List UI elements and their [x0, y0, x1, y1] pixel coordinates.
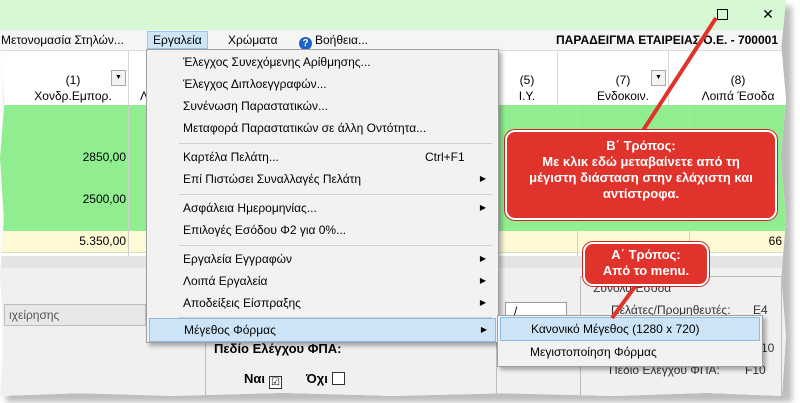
menu-help-label: Βοήθεια... — [315, 33, 368, 47]
menu-item-label: Έλεγχος Συνεχόμενης Αρίθμησης... — [183, 55, 371, 69]
total-value: 5.350,00 — [79, 234, 126, 248]
menu-item-normal-size[interactable]: Κανονικό Μέγεθος (1280 x 720) — [500, 317, 760, 341]
submenu-arrow-icon: ▶ — [479, 298, 486, 307]
business-field: ιχείρησης — [4, 304, 146, 326]
menu-item-label: Έλεγχος Διπλοεγγραφών... — [183, 77, 327, 91]
column-name: Ι.Υ. — [518, 89, 536, 103]
dropdown-arrow-icon[interactable]: ▼ — [111, 70, 126, 86]
menu-item-date-security[interactable]: Ασφάλεια Ημερομηνίας... ▶ — [149, 197, 494, 219]
callout-method-b: Β΄ Τρόπος: Με κλικ εδώ μεταβαίνετε από τ… — [505, 130, 777, 220]
column-name: Λοιπά Έσοδα — [701, 89, 775, 103]
column-header-1[interactable]: (1) Χονδρ.Εμπορ. ▼ — [18, 51, 129, 105]
column-header-5[interactable]: (5) Ι.Υ. — [497, 51, 558, 105]
submenu-arrow-icon: ▶ — [479, 276, 486, 285]
column-number: (5) — [519, 73, 535, 87]
total-value-right: 66 — [768, 234, 782, 248]
menu-item-other-tools[interactable]: Λοιπά Εργαλεία ▶ — [149, 270, 494, 292]
menu-item-credit-transactions[interactable]: Επί Πιστώσει Συναλλαγές Πελάτη ▶ — [149, 168, 494, 190]
menu-colors[interactable]: Χρώματα — [223, 32, 283, 48]
menu-item-label: Εργαλεία Εγγραφών — [183, 252, 292, 266]
callout-b-title: Β΄ Τρόπος: — [606, 138, 676, 153]
menu-item-label: Μεταφορά Παραστατικών σε άλλη Οντότητα..… — [183, 121, 427, 135]
column-divider — [128, 105, 129, 257]
menu-item-label: Μέγεθος Φόρμας — [184, 323, 276, 337]
vat-no-label: Όχι — [306, 371, 328, 386]
menu-separator — [179, 245, 492, 246]
menu-item-label: Ασφάλεια Ημερομηνίας... — [183, 201, 317, 215]
vat-yes-option[interactable]: Ναι ☑ — [244, 371, 282, 389]
checkbox-icon[interactable] — [331, 372, 345, 385]
menu-item-label: Καρτέλα Πελάτη... — [183, 150, 279, 164]
vat-check-title: Πεδίο Ελέγχου ΦΠΑ: — [214, 341, 342, 356]
column-name: Χονδρ.Εμπορ. — [34, 89, 112, 103]
submenu-arrow-icon: ▶ — [479, 254, 486, 263]
callout-a-line1: Από το menu. — [602, 263, 690, 278]
menu-item-receipts[interactable]: Αποδείξεις Είσπραξης ▶ — [149, 292, 494, 314]
menu-item-shortcut: Ctrl+F1 — [425, 150, 465, 164]
menu-separator — [179, 194, 492, 195]
submenu-arrow-icon: ▶ — [479, 203, 486, 212]
menu-item-form-size[interactable]: Μέγεθος Φόρμας ▶ — [149, 318, 496, 342]
callout-a-title: Α΄ Τρόπος: — [611, 247, 681, 262]
menu-tools[interactable]: Εργαλεία — [147, 31, 208, 49]
menu-rename-columns[interactable]: Μετονομασία Στηλών... — [0, 32, 129, 48]
menu-item-merge-documents[interactable]: Συνένωση Παραστατικών... — [149, 95, 494, 117]
tools-dropdown-menu: Έλεγχος Συνεχόμενης Αρίθμησης... Έλεγχος… — [146, 49, 499, 343]
callout-b-line2: μέγιστη διάσταση στην ελάχιστη και — [529, 170, 753, 185]
callout-b-line1: Με κλικ εδώ μεταβαίνετε από τη — [542, 154, 740, 169]
menu-item-label: Μεγιστοποίηση Φόρμας — [530, 345, 657, 359]
vat-yes-label: Ναι — [244, 371, 265, 386]
menu-item-label: Επιλογές Εσόδου Φ2 για 0%... — [183, 223, 347, 237]
dropdown-arrow-icon[interactable]: ▼ — [651, 70, 666, 86]
title-bar: ✕ — [0, 0, 786, 30]
close-button[interactable]: ✕ — [758, 5, 778, 23]
column-header-8[interactable]: (8) Λοιπά Έσοδα — [690, 51, 786, 105]
vat-no-option[interactable]: Όχι — [306, 371, 345, 386]
callout-method-a: Α΄ Τρόπος: Από το menu. — [583, 242, 709, 286]
maximize-button[interactable] — [712, 5, 732, 23]
close-icon: ✕ — [762, 6, 774, 22]
menu-item-entry-tools[interactable]: Εργαλεία Εγγραφών ▶ — [149, 248, 494, 270]
menu-item-label: Αποδείξεις Είσπραξης — [183, 296, 301, 310]
cell-value: 2500,00 — [82, 192, 126, 206]
form-size-submenu: Κανονικό Μέγεθος (1280 x 720) Μεγιστοποί… — [497, 315, 763, 367]
submenu-arrow-icon: ▶ — [480, 325, 487, 334]
menu-item-label: Επί Πιστώσει Συναλλαγές Πελάτη — [183, 172, 362, 186]
menu-item-duplicates-check[interactable]: Έλεγχος Διπλοεγγραφών... — [149, 73, 494, 95]
column-number: (8) — [730, 73, 746, 87]
column-header-7[interactable]: (7) Ενδοκοιν. ▼ — [578, 51, 669, 105]
menu-item-maximize-form[interactable]: Μεγιστοποίηση Φόρμας — [500, 341, 758, 363]
business-label: ιχείρησης — [9, 308, 60, 322]
menu-item-customer-card[interactable]: Καρτέλα Πελάτη... Ctrl+F1 — [149, 146, 494, 168]
menu-item-label: Λοιπά Εργαλεία — [183, 274, 268, 288]
menu-bar: Μετονομασία Στηλών... Εργαλεία Χρώματα ?… — [0, 30, 786, 51]
menu-item-label: Συνένωση Παραστατικών... — [183, 99, 329, 113]
company-name: ΠΑΡΑΔΕΙΓΜΑ ΕΤΑΙΡΕΙΑΣ Ο.Ε. - 700001 — [556, 33, 778, 47]
menu-item-income-options[interactable]: Επιλογές Εσόδου Φ2 για 0%... — [149, 219, 494, 241]
column-name: Ενδοκοιν. — [597, 89, 649, 103]
menu-item-numbering-check[interactable]: Έλεγχος Συνεχόμενης Αρίθμησης... — [149, 51, 494, 73]
maximize-icon — [717, 9, 728, 20]
submenu-arrow-icon: ▶ — [479, 174, 486, 183]
menu-item-label: Κανονικό Μέγεθος (1280 x 720) — [531, 322, 700, 336]
cell-value: 2850,00 — [82, 150, 126, 164]
menu-item-transfer-documents[interactable]: Μεταφορά Παραστατικών σε άλλη Οντότητα..… — [149, 117, 494, 139]
menu-help[interactable]: ? Βοήθεια... — [294, 32, 373, 50]
checkbox-icon[interactable]: ☑ — [269, 376, 282, 389]
callout-b-line3: αντίστροφα. — [602, 186, 680, 201]
menu-separator — [179, 143, 492, 144]
